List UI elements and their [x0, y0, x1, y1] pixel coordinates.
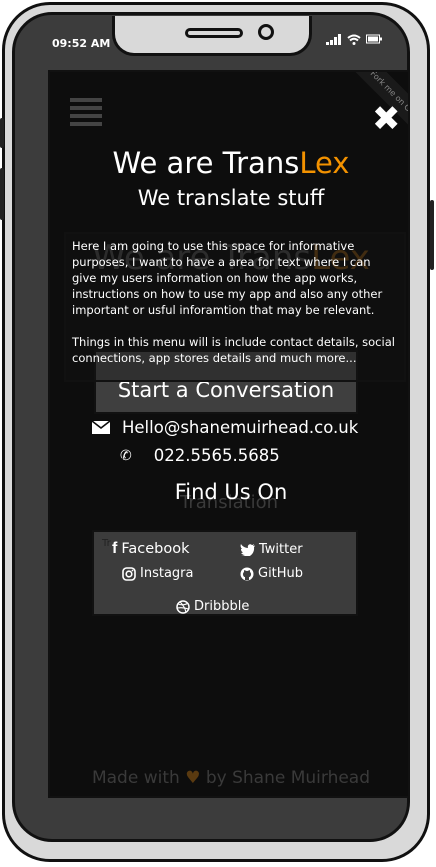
phone-number[interactable]: 022.5565.5685 [154, 446, 280, 465]
email-link[interactable]: Hello@shanemuirhead.co.uk [122, 418, 358, 437]
status-time: 09:52 AM [52, 37, 111, 50]
facebook-link[interactable]: f Facebook [112, 540, 189, 558]
phone-icon: ✆ [120, 447, 132, 464]
instagram-label: Instagra [140, 566, 194, 581]
social-links-panel: Tr f Facebook Twitter Instagra GitHub Dr… [92, 530, 358, 616]
twitter-link[interactable]: Twitter [240, 542, 303, 557]
info-text-box: Here I am going to use this space for in… [64, 232, 406, 382]
menu-subtitle: We translate stuff [137, 186, 325, 210]
heart-icon: ♥ [185, 768, 201, 788]
instagram-icon [122, 566, 136, 581]
background-tr-label: Tr [102, 538, 111, 549]
facebook-label: Facebook [121, 541, 190, 557]
info-paragraph-2: Things in this menu will is include cont… [72, 335, 395, 365]
dribbble-label: Dribbble [194, 599, 250, 614]
instagram-link[interactable]: Instagra [122, 566, 193, 581]
battery-icon [366, 34, 382, 44]
phone-row[interactable]: ✆ 022.5565.5685 [120, 446, 280, 465]
footer-suffix: by Shane Muirhead [205, 768, 371, 788]
email-row[interactable]: Hello@shanemuirhead.co.uk [92, 418, 358, 437]
find-us-heading: Find Us On [174, 480, 288, 504]
hamburger-menu-icon[interactable] [70, 98, 102, 126]
footer-credit: Made with ♥ by Shane Muirhead [50, 768, 408, 788]
home-indicator-area [50, 800, 410, 822]
envelope-icon [92, 421, 110, 434]
twitter-label: Twitter [259, 542, 303, 557]
facebook-icon: f [112, 540, 118, 557]
speaker-icon [185, 28, 243, 38]
side-button-power [430, 200, 434, 270]
app-screen: Fork me on GitHub ✖ We are TransLex We t… [48, 70, 410, 798]
status-icons [326, 34, 382, 45]
menu-title: We are TransLex [50, 146, 408, 180]
github-link[interactable]: GitHub [240, 566, 303, 581]
wifi-icon [347, 34, 361, 45]
menu-title-accent: Lex [299, 146, 350, 180]
side-button-mute [0, 118, 4, 148]
dribbble-link[interactable]: Dribbble [176, 599, 249, 614]
twitter-icon [240, 543, 255, 556]
close-icon[interactable]: ✖ [372, 102, 401, 136]
info-paragraph-1: Here I am going to use this space for in… [72, 239, 383, 317]
side-button-volume [0, 168, 4, 220]
menu-title-prefix: We are Trans [112, 146, 300, 180]
footer-prefix: Made with [91, 768, 180, 788]
github-label: GitHub [258, 566, 304, 581]
camera-icon [258, 24, 274, 40]
signal-icon [326, 34, 341, 45]
github-icon [240, 567, 254, 580]
dribbble-icon [176, 599, 190, 614]
